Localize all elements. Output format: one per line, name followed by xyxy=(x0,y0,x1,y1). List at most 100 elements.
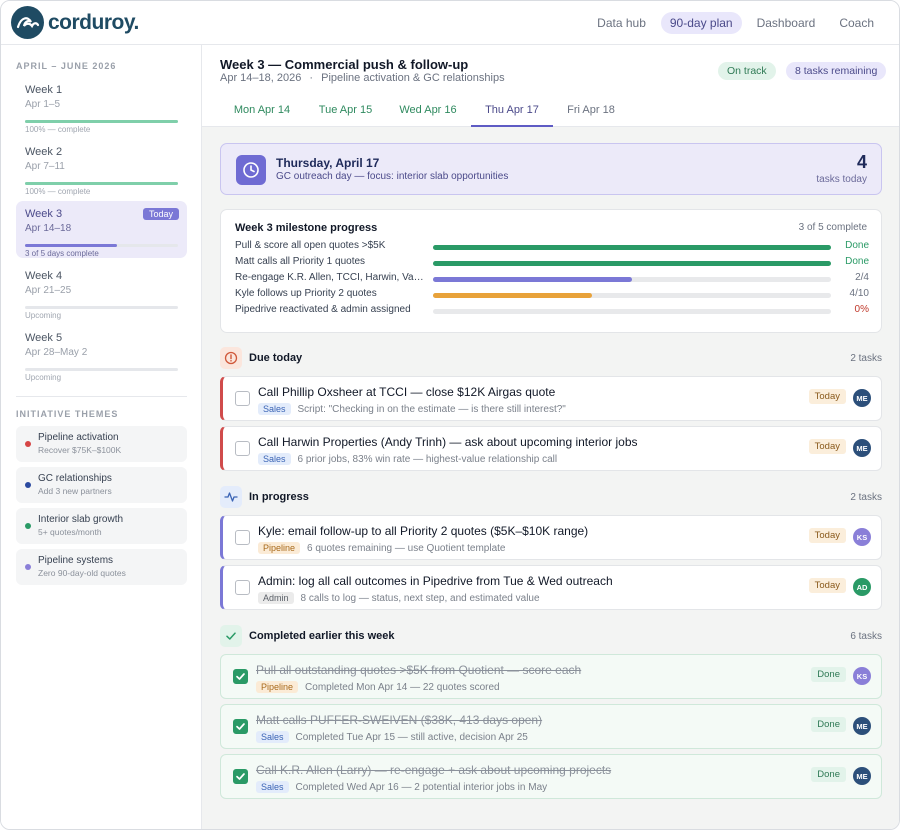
tasks-remaining-badge: 8 tasks remaining xyxy=(786,62,887,80)
task-checkbox-checked[interactable] xyxy=(233,719,248,734)
theme-gc-relationships[interactable]: GC relationships Add 3 new partners xyxy=(16,467,187,503)
week-progress-bar xyxy=(25,368,178,371)
day-tabs: Mon Apr 14 Tue Apr 15 Wed Apr 16 Thu Apr… xyxy=(202,97,899,127)
week-dates: Apr 7–11 xyxy=(25,161,65,172)
milestone-fill xyxy=(433,245,831,250)
theme-dot xyxy=(25,564,31,570)
week-progress-bar xyxy=(25,182,178,185)
day-subtitle: GC outreach day — focus: interior slab o… xyxy=(276,171,509,182)
task-note: 6 quotes remaining — use Quotient templa… xyxy=(307,542,506,554)
week-status: 3 of 5 days complete xyxy=(25,249,99,258)
task-item[interactable]: Call K.R. Allen (Larry) — re-engage + as… xyxy=(220,754,882,799)
task-meta: Sales Script: "Checking in on the estima… xyxy=(258,403,566,415)
theme-pipeline-activation[interactable]: Pipeline activation Recover $75K–$100K xyxy=(16,426,187,462)
week-progress-bar xyxy=(25,244,178,247)
task-item[interactable]: Kyle: email follow-up to all Priority 2 … xyxy=(220,515,882,560)
task-checkbox-checked[interactable] xyxy=(233,669,248,684)
week-progress-fill xyxy=(25,244,117,247)
tab-fri-apr-18[interactable]: Fri Apr 18 xyxy=(555,97,627,127)
main-content: Week 3 — Commercial push & follow-up Apr… xyxy=(202,45,899,829)
task-item[interactable]: Call Harwin Properties (Andy Trinh) — as… xyxy=(220,426,882,471)
task-meta: Pipeline Completed Mon Apr 14 — 22 quote… xyxy=(256,681,500,693)
page-title: Week 3 — Commercial push & follow-up xyxy=(220,57,469,72)
on-track-badge: On track xyxy=(718,62,776,80)
week-dates: Apr 14–18 xyxy=(25,223,72,234)
today-badge: Today xyxy=(142,208,179,220)
theme-subtitle: Add 3 new partners xyxy=(38,486,112,496)
tab-mon-apr-14[interactable]: Mon Apr 14 xyxy=(220,97,304,127)
milestone-track xyxy=(433,293,831,298)
task-checkbox-checked[interactable] xyxy=(233,769,248,784)
task-meta: Sales 6 prior jobs, 83% win rate — highe… xyxy=(258,453,557,465)
theme-pipeline-systems[interactable]: Pipeline systems Zero 90-day-old quotes xyxy=(16,549,187,585)
section-in-progress: In progress 2 tasks xyxy=(220,486,882,508)
theme-name: Pipeline systems xyxy=(38,555,114,566)
week-focus: Pipeline activation & GC relationships xyxy=(321,72,505,84)
task-note: Completed Wed Apr 16 — 2 potential inter… xyxy=(295,781,548,793)
theme-interior-slab-growth[interactable]: Interior slab growth 5+ quotes/month xyxy=(16,508,187,544)
tab-tue-apr-15[interactable]: Tue Apr 15 xyxy=(306,97,385,127)
week-progress-bar xyxy=(25,306,178,309)
theme-dot xyxy=(25,482,31,488)
week-label: Week 4 xyxy=(25,270,63,282)
checkmark-icon xyxy=(236,773,245,780)
task-note: Script: "Checking in on the estimate — i… xyxy=(297,403,566,415)
task-title: Matt calls PUFFER-SWEIVEN ($38K, 413 day… xyxy=(256,713,543,727)
avatar[interactable]: ME xyxy=(853,439,871,457)
sidebar-week-1[interactable]: Week 1 Apr 1–5 100% — complete xyxy=(16,77,187,134)
week-label: Week 2 xyxy=(25,146,63,158)
avatar[interactable]: ME xyxy=(853,389,871,407)
nav-dashboard[interactable]: Dashboard xyxy=(748,12,825,34)
task-checkbox[interactable] xyxy=(235,441,250,456)
sidebar-week-4[interactable]: Week 4 Apr 21–25 Upcoming xyxy=(16,263,187,320)
section-completed: Completed earlier this week 6 tasks xyxy=(220,625,882,647)
clock-icon xyxy=(236,155,266,185)
nav-90-day-plan[interactable]: 90-day plan xyxy=(660,12,742,34)
milestone-track xyxy=(433,309,831,314)
avatar[interactable]: ME xyxy=(853,767,871,785)
task-item[interactable]: Call Phillip Oxsheer at TCCI — close $12… xyxy=(220,376,882,421)
task-title: Call Phillip Oxsheer at TCCI — close $12… xyxy=(258,385,556,399)
sidebar-week-2[interactable]: Week 2 Apr 7–11 100% — complete xyxy=(16,139,187,196)
task-note: Completed Tue Apr 15 — still active, dec… xyxy=(295,731,528,743)
milestone-value: Done xyxy=(845,240,869,251)
milestone-title: Week 3 milestone progress xyxy=(235,222,378,234)
avatar[interactable]: KS xyxy=(853,667,871,685)
task-item[interactable]: Admin: log all call outcomes in Pipedriv… xyxy=(220,565,882,610)
sidebar-week-3[interactable]: Week 3 Today Apr 14–18 3 of 5 days compl… xyxy=(16,201,187,258)
avatar[interactable]: ME xyxy=(853,717,871,735)
theme-subtitle: Recover $75K–$100K xyxy=(38,445,122,455)
task-checkbox[interactable] xyxy=(235,530,250,545)
milestone-label: Pull & score all open quotes >$5K xyxy=(235,240,386,251)
task-item[interactable]: Matt calls PUFFER-SWEIVEN ($38K, 413 day… xyxy=(220,704,882,749)
week-label: Week 5 xyxy=(25,332,63,344)
task-status-badge: Today xyxy=(808,578,846,593)
avatar[interactable]: KS xyxy=(853,528,871,546)
task-checkbox[interactable] xyxy=(235,580,250,595)
section-title: Completed earlier this week xyxy=(249,630,395,642)
task-item[interactable]: Pull all outstanding quotes >$5K from Qu… xyxy=(220,654,882,699)
milestone-value: Done xyxy=(845,256,869,267)
section-count: 6 tasks xyxy=(850,631,882,642)
tab-thu-apr-17[interactable]: Thu Apr 17 xyxy=(471,97,553,127)
task-status-badge: Done xyxy=(811,767,846,782)
avatar[interactable]: AD xyxy=(853,578,871,596)
week-status: Upcoming xyxy=(25,311,62,320)
day-summary-card: Thursday, April 17 GC outreach day — foc… xyxy=(220,143,882,195)
activity-pulse-icon xyxy=(220,486,242,508)
task-title: Admin: log all call outcomes in Pipedriv… xyxy=(258,574,613,588)
logo[interactable]: corduroy. xyxy=(11,6,139,39)
nav-data-hub[interactable]: Data hub xyxy=(588,12,655,34)
milestone-progress-card: Week 3 milestone progress 3 of 5 complet… xyxy=(220,209,882,333)
milestone-label: Matt calls all Priority 1 quotes xyxy=(235,256,366,267)
milestone-fill xyxy=(433,277,632,282)
tab-wed-apr-16[interactable]: Wed Apr 16 xyxy=(387,97,469,127)
task-tag: Sales xyxy=(256,731,289,743)
task-checkbox[interactable] xyxy=(235,391,250,406)
tasks-today-label: tasks today xyxy=(816,174,867,185)
milestone-value: 2/4 xyxy=(855,272,869,283)
task-status-badge: Today xyxy=(808,389,846,404)
nav-coach[interactable]: Coach xyxy=(830,12,883,34)
sidebar-week-5[interactable]: Week 5 Apr 28–May 2 Upcoming xyxy=(16,325,187,382)
theme-dot xyxy=(25,441,31,447)
